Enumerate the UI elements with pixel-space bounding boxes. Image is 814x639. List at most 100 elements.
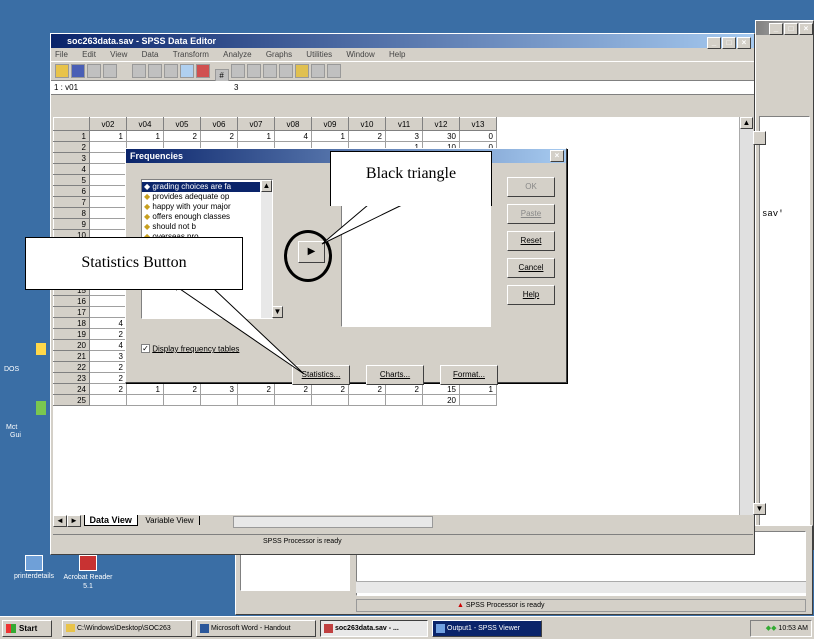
- column-header[interactable]: v10: [348, 117, 386, 131]
- start-button[interactable]: Start: [2, 620, 52, 637]
- goto-case-icon[interactable]: [180, 64, 195, 78]
- use-sets-icon[interactable]: [326, 64, 341, 78]
- reset-button[interactable]: Reset: [507, 231, 555, 251]
- background-window-titlebar[interactable]: _ □ ×: [756, 21, 813, 35]
- menu-analyze[interactable]: Analyze: [223, 48, 251, 61]
- menu-window[interactable]: Window: [346, 48, 374, 61]
- tray-icons[interactable]: ◆◆: [766, 625, 777, 632]
- row-header[interactable]: 17: [53, 306, 90, 318]
- row-header[interactable]: 1: [53, 130, 90, 142]
- data-cell[interactable]: [237, 394, 275, 406]
- menu-view[interactable]: View: [110, 48, 127, 61]
- list-item[interactable]: ◆ happy with your major: [142, 202, 260, 212]
- data-cell[interactable]: [274, 394, 312, 406]
- redo-icon[interactable]: [148, 64, 163, 78]
- paste-button[interactable]: Paste: [507, 204, 555, 224]
- taskbar-item-spss-data[interactable]: soc263data.sav - ...: [320, 620, 428, 637]
- column-header[interactable]: v13: [459, 117, 497, 131]
- column-header[interactable]: v04: [126, 117, 164, 131]
- data-cell[interactable]: [89, 207, 127, 219]
- list-item[interactable]: ◆ provides adequate op: [142, 192, 260, 202]
- data-cell[interactable]: 2: [89, 361, 127, 373]
- data-cell[interactable]: 0: [459, 130, 497, 142]
- insert-variable-icon[interactable]: [246, 64, 261, 78]
- variable-list-scrollbar[interactable]: ▲ ▼: [261, 180, 283, 318]
- taskbar-item-spss-output[interactable]: Output1 - SPSS Viewer: [432, 620, 542, 637]
- menu-help[interactable]: Help: [389, 48, 405, 61]
- data-cell[interactable]: 3: [200, 383, 238, 395]
- insert-case-icon[interactable]: [230, 64, 245, 78]
- print-icon[interactable]: [87, 64, 101, 78]
- list-item[interactable]: ◆ offers enough classes: [142, 212, 260, 222]
- column-header[interactable]: v05: [163, 117, 201, 131]
- goto-chart-icon[interactable]: [164, 64, 179, 78]
- data-cell[interactable]: [385, 394, 423, 406]
- tab-variable-view[interactable]: Variable View: [140, 516, 200, 525]
- data-cell[interactable]: [89, 141, 127, 153]
- charts-button[interactable]: Charts...: [366, 365, 424, 385]
- data-cell[interactable]: [200, 394, 238, 406]
- split-file-icon[interactable]: [262, 64, 277, 78]
- column-header[interactable]: v07: [237, 117, 275, 131]
- close-icon[interactable]: ×: [737, 37, 751, 49]
- data-cell[interactable]: [89, 306, 127, 318]
- data-cell[interactable]: [126, 394, 164, 406]
- maximize-icon[interactable]: □: [722, 37, 736, 49]
- close-icon[interactable]: ×: [799, 23, 813, 35]
- ok-button[interactable]: OK: [507, 177, 555, 197]
- open-icon[interactable]: [55, 64, 69, 78]
- weight-cases-icon[interactable]: [278, 64, 293, 78]
- tab-scroll-right-icon[interactable]: ►: [67, 515, 81, 527]
- column-header[interactable]: v08: [274, 117, 312, 131]
- data-cell[interactable]: [89, 174, 127, 186]
- list-scroll-up-icon[interactable]: ▲: [261, 180, 272, 192]
- column-header[interactable]: v12: [422, 117, 460, 131]
- desktop-app-icon[interactable]: [36, 401, 46, 415]
- data-cell[interactable]: 20: [422, 394, 460, 406]
- checkbox-box[interactable]: ✓: [141, 344, 150, 354]
- row-header[interactable]: 25: [53, 394, 90, 406]
- data-cell[interactable]: 1: [89, 130, 127, 142]
- data-cell[interactable]: [311, 394, 349, 406]
- variables-icon[interactable]: [196, 64, 211, 78]
- spss-titlebar[interactable]: soc263data.sav - SPSS Data Editor _ □ ×: [51, 34, 754, 49]
- data-cell[interactable]: 1: [459, 383, 497, 395]
- data-cell[interactable]: 2: [348, 383, 386, 395]
- data-cell[interactable]: 1: [237, 130, 275, 142]
- column-header[interactable]: v11: [385, 117, 423, 131]
- maximize-icon[interactable]: □: [784, 23, 798, 35]
- row-header[interactable]: 7: [53, 196, 90, 208]
- data-cell[interactable]: [89, 394, 127, 406]
- data-cell[interactable]: 2: [311, 383, 349, 395]
- data-cell[interactable]: 3: [89, 350, 127, 362]
- minimize-icon[interactable]: _: [707, 37, 721, 49]
- data-cell[interactable]: 4: [89, 317, 127, 329]
- output-hscroll[interactable]: [356, 581, 806, 593]
- desktop-folder-icon[interactable]: [36, 343, 46, 355]
- row-header[interactable]: 4: [53, 163, 90, 175]
- menu-data[interactable]: Data: [142, 48, 159, 61]
- data-cell[interactable]: 3: [385, 130, 423, 142]
- row-header[interactable]: 8: [53, 207, 90, 219]
- row-header[interactable]: 23: [53, 372, 90, 384]
- row-header[interactable]: 20: [53, 339, 90, 351]
- scroll-thumb[interactable]: [753, 131, 766, 145]
- data-cell[interactable]: 1: [126, 383, 164, 395]
- menu-utilities[interactable]: Utilities: [306, 48, 332, 61]
- data-cell[interactable]: 2: [385, 383, 423, 395]
- scroll-down-icon[interactable]: ▼: [753, 503, 766, 515]
- dialog-recall-icon[interactable]: [103, 64, 117, 78]
- format-button[interactable]: Format...: [440, 365, 498, 385]
- close-icon[interactable]: ×: [550, 150, 564, 162]
- minimize-icon[interactable]: _: [769, 23, 783, 35]
- data-cell[interactable]: 2: [348, 130, 386, 142]
- cell-value-input[interactable]: 3: [234, 83, 238, 92]
- row-header[interactable]: 22: [53, 361, 90, 373]
- data-cell[interactable]: 2: [237, 383, 275, 395]
- desktop-icon-acrobat[interactable]: Acrobat Reader 5.1: [58, 555, 118, 591]
- data-cell[interactable]: [89, 295, 127, 307]
- data-cell[interactable]: 4: [89, 339, 127, 351]
- data-cell[interactable]: 15: [422, 383, 460, 395]
- display-frequency-tables-checkbox[interactable]: ✓ Display frequency tables: [141, 344, 239, 354]
- list-item[interactable]: ◆ grading choices are fa: [142, 182, 260, 192]
